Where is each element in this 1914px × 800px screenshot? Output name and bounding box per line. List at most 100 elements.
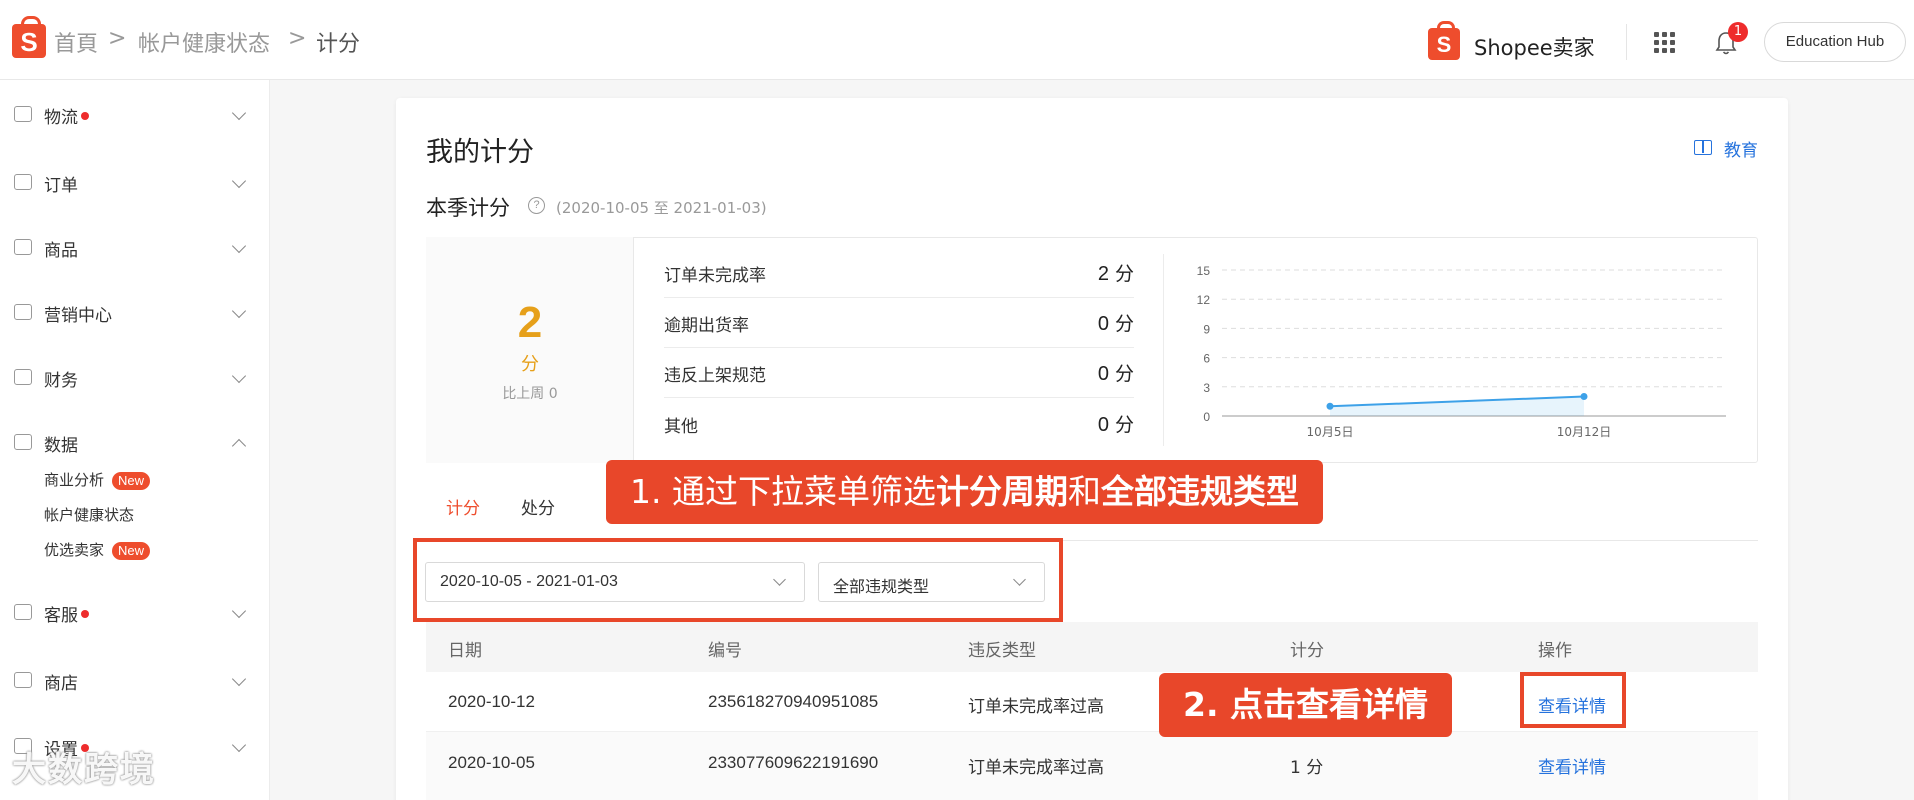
- sidebar-subitem-label: 优选卖家: [44, 541, 105, 559]
- metric-row: 订单未完成率 2分: [664, 248, 1134, 298]
- education-hub-button[interactable]: Education Hub: [1764, 22, 1906, 62]
- metric-row: 违反上架规范 0分: [664, 348, 1134, 398]
- sidebar-subitem-preferred-seller[interactable]: 优选卖家 New: [44, 539, 151, 560]
- score-trend-chart: 0 3 6 9 12 15 10月5日 10月12日: [1197, 264, 1726, 439]
- brand-name: Shopee卖家: [1474, 36, 1595, 60]
- sidebar-subitem-account-health[interactable]: 帐户健康状态: [44, 504, 134, 525]
- y-tick-label: 9: [1203, 322, 1210, 336]
- shopee-logo-icon[interactable]: S: [12, 16, 46, 58]
- sidebar-item-finance[interactable]: 财务: [0, 357, 270, 397]
- metric-unit: 分: [1114, 363, 1134, 385]
- metric-value: 0: [1097, 414, 1109, 436]
- season-date-range: (2020-10-05 至 2021-01-03): [556, 199, 767, 217]
- breadcrumb-separator: >: [288, 26, 307, 51]
- tag-icon: [14, 304, 32, 320]
- score-compare-last-week: 比上周 0: [502, 386, 558, 402]
- annotation-text: 和: [1067, 472, 1101, 511]
- breadcrumb-home[interactable]: 首頁: [54, 26, 98, 58]
- breadcrumb-separator: >: [108, 26, 127, 51]
- data-point: [1326, 402, 1334, 410]
- cell-violation-type: 订单未完成率过高: [968, 697, 1104, 717]
- metric-name: 订单未完成率: [664, 266, 766, 286]
- x-tick-label: 10月12日: [1557, 425, 1612, 439]
- annotation-step1: 1. 通过下拉菜单筛选计分周期和全部违规类型: [606, 460, 1323, 524]
- chevron-down-icon: [231, 238, 247, 254]
- breadcrumb-current: 计分: [316, 32, 361, 57]
- sidebar-item-label: 营销中心: [44, 306, 112, 326]
- metric-name: 违反上架规范: [664, 366, 766, 386]
- sidebar-item-label: 物流: [44, 108, 78, 128]
- metric-name: 逾期出货率: [664, 316, 749, 336]
- sidebar-item-customer-service[interactable]: 客服: [0, 592, 270, 632]
- metric-value: 0: [1097, 363, 1109, 385]
- cell-violation-type: 订单未完成率过高: [968, 758, 1104, 778]
- annotation-text: 1. 通过下拉菜单筛选: [630, 472, 936, 511]
- education-link[interactable]: 教育: [1694, 136, 1758, 161]
- total-score-value: 2: [517, 298, 543, 347]
- new-badge: New: [112, 471, 151, 490]
- store-icon: [14, 672, 32, 688]
- tab-score[interactable]: 计分: [446, 494, 480, 519]
- cell-date: 2020-10-05: [448, 753, 535, 772]
- y-tick-label: 3: [1203, 381, 1210, 395]
- panel-divider: [1163, 254, 1164, 446]
- sidebar-item-label: 商店: [44, 674, 78, 694]
- y-tick-label: 15: [1197, 264, 1211, 278]
- cell-score: 1 分: [1290, 758, 1324, 778]
- x-tick-label: 10月5日: [1307, 425, 1354, 439]
- alert-dot: [81, 112, 89, 120]
- cell-id: 233077609622191690: [708, 753, 879, 772]
- sidebar-item-orders[interactable]: 订单: [0, 162, 270, 202]
- metric-row: 逾期出货率 0分: [664, 298, 1134, 348]
- breadcrumb-account-health[interactable]: 帐户健康状态: [138, 26, 270, 58]
- column-header-id: 编号: [708, 641, 742, 661]
- sidebar-subitem-business-insights[interactable]: 商业分析 New: [44, 469, 151, 490]
- sidebar: 物流 订单 商品 营销中心 财务 数据 商业分析 New 帐户健康状态 优选卖家 N…: [0, 80, 270, 800]
- new-badge: New: [112, 541, 151, 560]
- annotation-bold: 2. 点击: [1183, 685, 1296, 724]
- clipboard-icon: [14, 174, 32, 190]
- sidebar-item-logistics[interactable]: 物流: [0, 94, 270, 134]
- annotation-bold: 全部违规类型: [1100, 472, 1299, 511]
- metric-value: 0: [1097, 313, 1109, 335]
- annotation-step2: 2. 点击查看详情: [1159, 673, 1452, 737]
- y-tick-label: 6: [1203, 352, 1210, 366]
- filter-highlight-box: [413, 538, 1063, 622]
- sidebar-subitem-label: 商业分析: [44, 471, 105, 489]
- data-point: [1580, 393, 1588, 401]
- annotation-bold: 查看详情: [1296, 685, 1428, 724]
- metric-unit: 分: [1114, 263, 1134, 285]
- total-score-unit: 分: [521, 354, 539, 375]
- sidebar-item-shop[interactable]: 商店: [0, 660, 270, 700]
- help-icon[interactable]: ?: [528, 197, 545, 214]
- sidebar-subitem-label: 帐户健康状态: [44, 506, 135, 524]
- sidebar-item-marketing[interactable]: 营销中心: [0, 292, 270, 332]
- tab-penalty[interactable]: 处分: [521, 494, 555, 519]
- sidebar-item-label: 数据: [44, 436, 78, 456]
- cell-date: 2020-10-12: [448, 692, 535, 711]
- chevron-down-icon: [231, 303, 247, 319]
- chevron-down-icon: [231, 368, 247, 384]
- column-header-violation-type: 违反类型: [968, 641, 1036, 661]
- sidebar-item-label: 订单: [44, 176, 78, 196]
- cell-id: 235618270940951085: [708, 692, 879, 711]
- notification-count-badge: 1: [1728, 22, 1748, 42]
- sidebar-item-products[interactable]: 商品: [0, 227, 270, 267]
- sidebar-item-label: 商品: [44, 241, 78, 261]
- y-tick-label: 0: [1203, 410, 1210, 424]
- metric-name: 其他: [664, 417, 698, 437]
- chevron-down-icon: [231, 737, 247, 753]
- column-header-score: 计分: [1290, 641, 1324, 661]
- apps-grid-icon[interactable]: [1654, 32, 1676, 54]
- chat-icon: [14, 604, 32, 620]
- metric-unit: 分: [1114, 414, 1134, 436]
- alert-dot: [81, 610, 89, 618]
- metric-value: 2: [1097, 263, 1109, 285]
- view-details-link[interactable]: 查看详情: [1538, 753, 1606, 778]
- column-header-action: 操作: [1538, 641, 1572, 661]
- sidebar-item-label: 财务: [44, 371, 78, 391]
- sidebar-item-data[interactable]: 数据: [0, 422, 270, 462]
- box-icon: [14, 239, 32, 255]
- header-divider: [1626, 24, 1627, 60]
- details-highlight-box: [1520, 672, 1626, 728]
